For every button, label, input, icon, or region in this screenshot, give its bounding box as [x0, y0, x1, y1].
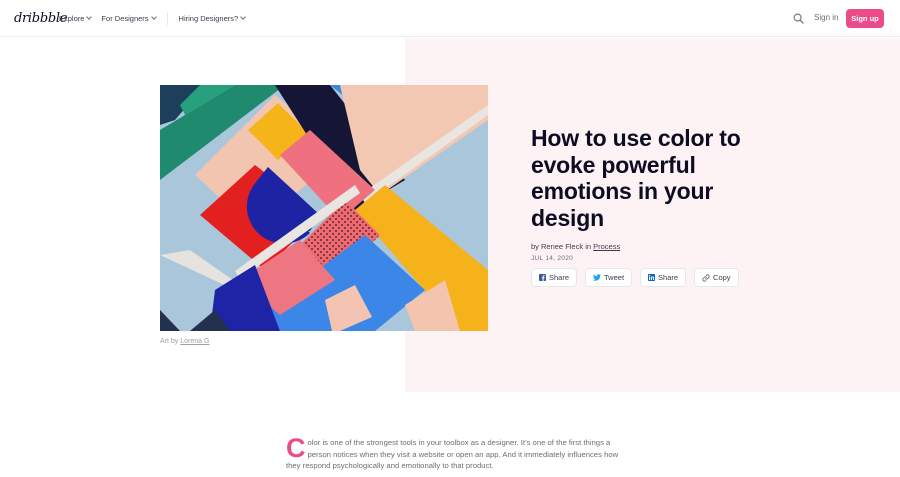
- menu-for-designers-label: For Designers: [101, 14, 149, 23]
- menu-hiring-designers[interactable]: Hiring Designers?: [179, 14, 246, 23]
- chevron-down-icon: [86, 14, 93, 20]
- article-date: JUL 14, 2020: [531, 255, 574, 262]
- copy-link-button[interactable]: Copy: [694, 268, 739, 287]
- main-menu: Explore For Designers Hiring Designers?: [59, 0, 255, 37]
- article-title: How to use color to evoke powerful emoti…: [531, 125, 741, 231]
- menu-explore[interactable]: Explore: [59, 14, 93, 23]
- art-caption-prefix: Art by: [160, 338, 181, 345]
- copy-link-label: Copy: [713, 273, 731, 282]
- search-icon[interactable]: [793, 13, 804, 24]
- menu-hiring-designers-label: Hiring Designers?: [178, 14, 239, 23]
- chevron-down-icon: [150, 14, 157, 20]
- link-icon: [702, 273, 710, 282]
- intro-dropcap: C: [286, 433, 306, 463]
- share-twitter-button[interactable]: Tweet: [585, 268, 633, 287]
- intro-text: olor is one of the strongest tools in yo…: [286, 438, 619, 470]
- twitter-icon: [593, 274, 602, 281]
- category-link[interactable]: Process: [593, 242, 620, 251]
- sign-in-link[interactable]: Sign in: [814, 13, 838, 22]
- article-intro: Color is one of the strongest tools in y…: [286, 433, 626, 472]
- top-nav: dribbble Explore For Designers Hiring De…: [0, 0, 900, 37]
- article-hero-image: [160, 85, 488, 331]
- share-buttons: Share Tweet Share Copy: [531, 268, 747, 287]
- share-facebook-button[interactable]: Share: [531, 268, 578, 287]
- share-linkedin-label: Share: [658, 273, 679, 282]
- menu-divider: [166, 12, 168, 25]
- menu-for-designers[interactable]: For Designers: [101, 14, 157, 23]
- byline-author: by Renee Fleck in: [531, 242, 594, 251]
- article-byline: by Renee Fleck in Process: [531, 242, 620, 251]
- menu-explore-label: Explore: [59, 14, 85, 23]
- share-twitter-label: Tweet: [604, 273, 625, 282]
- share-linkedin-button[interactable]: Share: [640, 268, 687, 287]
- facebook-icon: [539, 274, 546, 281]
- art-author-link[interactable]: Lorena G: [180, 338, 209, 345]
- sign-up-button[interactable]: Sign up: [846, 9, 884, 28]
- linkedin-icon: [648, 274, 656, 281]
- art-caption: Art by Lorena G: [160, 338, 209, 345]
- share-facebook-label: Share: [549, 273, 570, 282]
- chevron-down-icon: [240, 14, 246, 20]
